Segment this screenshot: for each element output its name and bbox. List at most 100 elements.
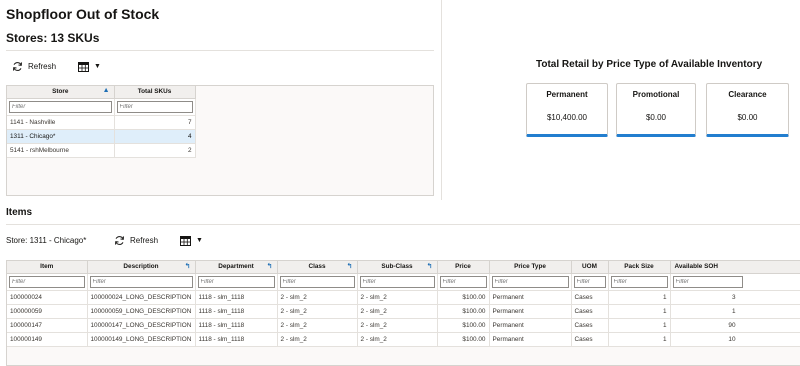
card-clearance[interactable]: Clearance $0.00 (706, 83, 789, 137)
items-store-label: Store: 1311 - Chicago* (6, 236, 87, 245)
item-link[interactable]: 100000149 (7, 332, 88, 347)
sort-icon[interactable]: ↰ (427, 262, 433, 270)
stores-refresh-button[interactable]: Refresh (12, 61, 56, 72)
subclass-cell: 2 - slm_2 (357, 304, 438, 319)
refresh-icon (13, 62, 22, 71)
sort-asc-icon[interactable]: ▲ (103, 87, 110, 94)
soh-cell: 90 (670, 318, 800, 333)
grid-view-icon (180, 235, 192, 246)
refresh-icon (115, 236, 124, 245)
pack-size-filter-input[interactable] (610, 275, 668, 288)
card-label: Clearance (728, 90, 767, 99)
uom-filter-input[interactable] (573, 275, 606, 288)
class-cell: 2 - slm_2 (277, 332, 358, 347)
stores-toolbar: Refresh ▼ (12, 61, 101, 72)
stores-refresh-label: Refresh (28, 62, 57, 71)
items-toolbar: Refresh ▼ (114, 235, 203, 246)
stores-grid: Store▲ Total SKUs 1141 - Nashville 7 131… (6, 85, 434, 196)
soh-value: 3 (731, 293, 736, 301)
store-cell: 1311 - Chicago* (7, 129, 115, 144)
description-cell: 100000149_LONG_DESCRIPTION (87, 332, 196, 347)
uom-cell: Cases (571, 290, 609, 305)
soh-value: 90 (728, 321, 736, 329)
uom-cell: Cases (571, 318, 609, 333)
price-type-cell: Permanent (489, 318, 572, 333)
table-row[interactable]: 100000059 100000059_LONG_DESCRIPTION 111… (7, 304, 800, 319)
item-filter-input[interactable] (9, 275, 85, 288)
card-promotional[interactable]: Promotional $0.00 (616, 83, 696, 137)
item-link[interactable]: 100000059 (7, 304, 88, 319)
price-cell: $100.00 (437, 318, 490, 333)
column-header-price[interactable]: Price (437, 261, 490, 274)
items-heading: Items (6, 207, 33, 218)
card-value: $0.00 (737, 113, 758, 122)
card-permanent[interactable]: Permanent $10,400.00 (526, 83, 608, 137)
chevron-down-icon: ▼ (94, 63, 101, 70)
card-value: $0.00 (645, 113, 667, 122)
department-cell: 1118 - slm_1118 (195, 318, 278, 333)
items-view-menu[interactable]: ▼ (180, 235, 203, 246)
total-skus-filter-input[interactable] (116, 100, 193, 113)
skus-cell: 7 (114, 115, 196, 130)
soh-cell: 3 (670, 290, 800, 305)
column-header-description[interactable]: Description ↰ (87, 261, 196, 274)
table-row[interactable]: 5141 - rshMelbourne 2 (7, 143, 196, 158)
stores-view-menu[interactable]: ▼ (78, 61, 101, 72)
pane-divider (441, 0, 442, 200)
items-refresh-button[interactable]: Refresh (114, 235, 158, 246)
soh-value: 10 (728, 335, 736, 343)
sort-icon[interactable]: ↰ (267, 262, 273, 270)
item-link[interactable]: 100000024 (7, 290, 88, 305)
department-cell: 1118 - slm_1118 (195, 304, 278, 319)
skus-cell: 2 (114, 143, 196, 158)
column-header-class[interactable]: Class ↰ (277, 261, 358, 274)
items-grid: Item Description ↰ Department ↰ Class ↰ Sub… (6, 260, 800, 366)
pack-size-cell: 1 (608, 318, 671, 333)
description-cell: 100000059_LONG_DESCRIPTION (87, 304, 196, 319)
summary-title: Total Retail by Price Type of Available … (536, 59, 763, 70)
skus-cell: 4 (114, 129, 196, 144)
sort-icon[interactable]: ↰ (185, 262, 191, 270)
price-cell: $100.00 (437, 290, 490, 305)
column-header-department[interactable]: Department ↰ (195, 261, 278, 274)
price-type-cell: Permanent (489, 290, 572, 305)
page-title: Shopfloor Out of Stock (6, 6, 160, 22)
subclass-cell: 2 - slm_2 (357, 318, 438, 333)
column-header-subclass[interactable]: Sub-Class ↰ (357, 261, 438, 274)
description-filter-input[interactable] (89, 275, 193, 288)
department-filter-input[interactable] (197, 275, 275, 288)
class-filter-input[interactable] (279, 275, 355, 288)
column-header-price-type[interactable]: Price Type (489, 261, 572, 274)
table-row[interactable]: 100000149 100000149_LONG_DESCRIPTION 111… (7, 332, 800, 347)
store-cell: 5141 - rshMelbourne (7, 143, 115, 158)
column-header-pack-size[interactable]: Pack Size (608, 261, 671, 274)
table-row[interactable]: 100000024 100000024_LONG_DESCRIPTION 111… (7, 290, 800, 305)
table-row-selected[interactable]: 1311 - Chicago* 4 (7, 129, 196, 144)
divider (6, 50, 434, 51)
table-row[interactable]: 100000147 100000147_LONG_DESCRIPTION 111… (7, 318, 800, 333)
card-label: Promotional (632, 90, 680, 99)
price-type-filter-input[interactable] (491, 275, 569, 288)
price-filter-input[interactable] (439, 275, 487, 288)
column-header-total-skus[interactable]: Total SKUs (114, 86, 196, 99)
column-header-available-soh[interactable]: Available SOH (670, 261, 800, 274)
column-header-uom[interactable]: UOM (571, 261, 609, 274)
stores-heading: Stores: 13 SKUs (6, 31, 100, 45)
uom-cell: Cases (571, 332, 609, 347)
soh-value: 1 (731, 307, 736, 315)
card-label: Permanent (546, 90, 588, 99)
class-cell: 2 - slm_2 (277, 318, 358, 333)
available-soh-filter-input[interactable] (672, 275, 743, 288)
sort-icon[interactable]: ↰ (347, 262, 353, 270)
price-cell: $100.00 (437, 332, 490, 347)
column-header-store[interactable]: Store ▲ (7, 86, 115, 99)
divider (6, 224, 800, 225)
column-header-item[interactable]: Item (7, 261, 88, 274)
subclass-filter-input[interactable] (359, 275, 435, 288)
department-cell: 1118 - slm_1118 (195, 332, 278, 347)
item-link[interactable]: 100000147 (7, 318, 88, 333)
price-type-cell: Permanent (489, 332, 572, 347)
store-filter-input[interactable] (9, 100, 112, 113)
card-value: $10,400.00 (546, 113, 588, 122)
table-row[interactable]: 1141 - Nashville 7 (7, 115, 196, 130)
